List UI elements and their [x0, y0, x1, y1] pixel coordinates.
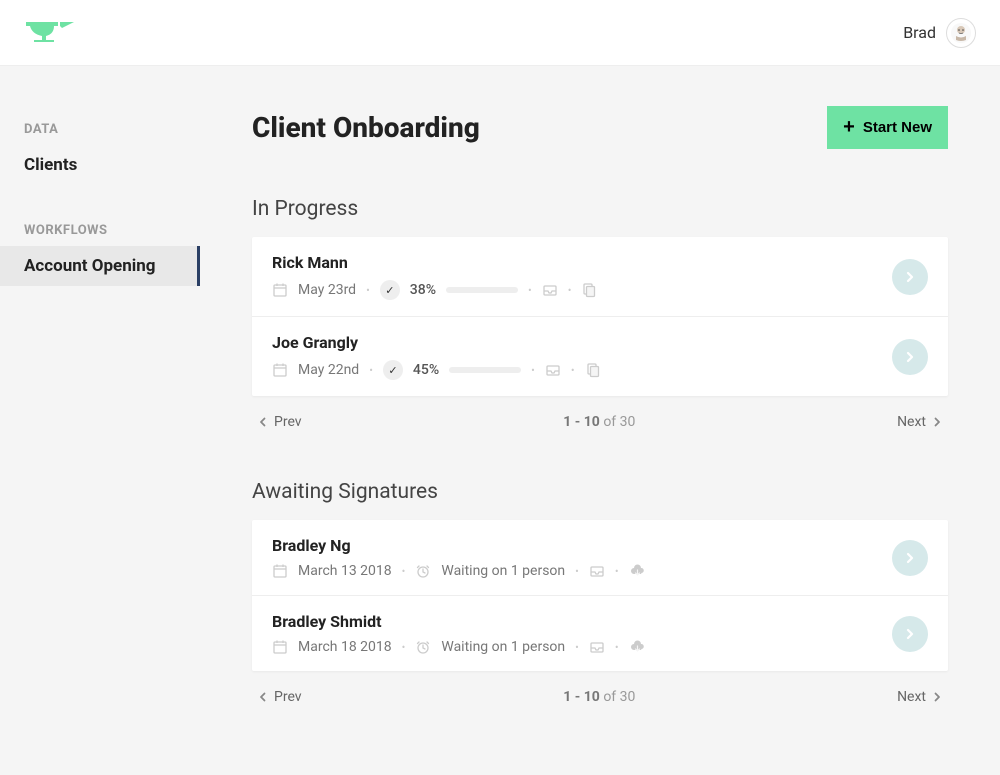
calendar-icon	[272, 563, 288, 579]
sidebar-group-data: DATA Clients	[0, 114, 200, 185]
separator: •	[568, 284, 572, 297]
arrow-button[interactable]	[892, 540, 928, 576]
list-item[interactable]: Joe Grangly May 22nd • ✓ 45% • •	[252, 316, 948, 396]
row-meta: March 18 2018 • Waiting on 1 person • •	[272, 639, 928, 655]
pager-range-of: of 30	[603, 689, 635, 705]
pager-range-of: of 30	[603, 414, 635, 430]
clock-icon	[415, 639, 431, 655]
client-name: Bradley Ng	[272, 536, 928, 555]
next-button[interactable]: Next	[897, 689, 942, 705]
row-meta: May 22nd • ✓ 45% • •	[272, 360, 928, 380]
arrow-button[interactable]	[892, 616, 928, 652]
start-new-button[interactable]: + Start New	[827, 106, 948, 149]
calendar-icon	[272, 362, 288, 378]
progress-bar	[446, 287, 518, 293]
user-name-label: Brad	[903, 23, 936, 42]
row-meta: May 23rd • ✓ 38% • •	[272, 280, 928, 300]
prev-button[interactable]: Prev	[258, 414, 302, 430]
chevron-left-icon	[258, 417, 268, 427]
section-awaiting: Awaiting Signatures Bradley Ng March 13 …	[252, 480, 948, 723]
plus-icon: +	[843, 116, 855, 139]
sidebar-heading-workflows: WORKFLOWS	[0, 215, 200, 246]
awaiting-card: Bradley Ng March 13 2018 • Waiting on 1 …	[252, 520, 948, 671]
separator: •	[402, 565, 406, 578]
separator: •	[615, 641, 619, 654]
next-button[interactable]: Next	[897, 414, 942, 430]
separator: •	[402, 641, 406, 654]
pager-range-bold: 1 - 10	[563, 689, 600, 705]
client-name: Bradley Shmidt	[272, 612, 928, 631]
pager-range: 1 - 10 of 30	[563, 689, 635, 705]
list-item[interactable]: Bradley Shmidt March 18 2018 • Waiting o…	[252, 595, 948, 671]
separator: •	[531, 364, 535, 377]
logo[interactable]	[24, 16, 79, 50]
separator: •	[575, 565, 579, 578]
next-label: Next	[897, 414, 926, 430]
status-label: Waiting on 1 person	[441, 563, 565, 579]
chevron-right-icon	[932, 692, 942, 702]
separator: •	[575, 641, 579, 654]
date-label: May 22nd	[298, 362, 359, 378]
section-title-in-progress: In Progress	[252, 197, 948, 221]
list-item[interactable]: Rick Mann May 23rd • ✓ 38% • •	[252, 237, 948, 316]
avatar	[946, 18, 976, 48]
header: Brad	[0, 0, 1000, 66]
inbox-icon	[542, 282, 558, 298]
copy-icon	[585, 362, 601, 378]
prev-label: Prev	[274, 689, 302, 705]
prev-button[interactable]: Prev	[258, 689, 302, 705]
client-name: Rick Mann	[272, 253, 928, 272]
row-meta: March 13 2018 • Waiting on 1 person • •	[272, 563, 928, 579]
page-head: Client Onboarding + Start New	[252, 106, 948, 149]
date-label: May 23rd	[298, 282, 356, 298]
date-label: March 13 2018	[298, 563, 392, 579]
sidebar: DATA Clients WORKFLOWS Account Opening	[0, 66, 200, 316]
in-progress-card: Rick Mann May 23rd • ✓ 38% • •	[252, 237, 948, 396]
percent-label: 45%	[413, 362, 439, 378]
pager-range-bold: 1 - 10	[563, 414, 600, 430]
inbox-icon	[545, 362, 561, 378]
date-label: March 18 2018	[298, 639, 392, 655]
check-icon: ✓	[383, 360, 403, 380]
separator: •	[369, 364, 373, 377]
prev-label: Prev	[274, 414, 302, 430]
sidebar-group-workflows: WORKFLOWS Account Opening	[0, 215, 200, 286]
sidebar-item-account-opening[interactable]: Account Opening	[0, 246, 200, 286]
chevron-right-icon	[932, 417, 942, 427]
pager-in-progress: Prev 1 - 10 of 30 Next	[252, 396, 948, 448]
pager-range: 1 - 10 of 30	[563, 414, 635, 430]
arrow-button[interactable]	[892, 339, 928, 375]
separator: •	[528, 284, 532, 297]
client-name: Joe Grangly	[272, 333, 928, 352]
inbox-icon	[589, 639, 605, 655]
section-in-progress: In Progress Rick Mann May 23rd • ✓ 38% •	[252, 197, 948, 448]
calendar-icon	[272, 639, 288, 655]
clock-icon	[415, 563, 431, 579]
separator: •	[571, 364, 575, 377]
sidebar-heading-data: DATA	[0, 114, 200, 145]
calendar-icon	[272, 282, 288, 298]
chevron-left-icon	[258, 692, 268, 702]
main: Client Onboarding + Start New In Progres…	[200, 66, 1000, 775]
section-title-awaiting: Awaiting Signatures	[252, 480, 948, 504]
separator: •	[615, 565, 619, 578]
status-label: Waiting on 1 person	[441, 639, 565, 655]
separator: •	[366, 284, 370, 297]
progress-bar	[449, 367, 521, 373]
start-new-label: Start New	[863, 119, 932, 136]
copy-icon	[581, 282, 597, 298]
sidebar-item-clients[interactable]: Clients	[0, 145, 200, 185]
arrow-button[interactable]	[892, 259, 928, 295]
check-icon: ✓	[380, 280, 400, 300]
page-title: Client Onboarding	[252, 111, 480, 144]
pager-awaiting: Prev 1 - 10 of 30 Next	[252, 671, 948, 723]
cloud-download-icon	[629, 563, 646, 579]
inbox-icon	[589, 563, 605, 579]
cloud-download-icon	[629, 639, 646, 655]
percent-label: 38%	[410, 282, 436, 298]
next-label: Next	[897, 689, 926, 705]
user-menu[interactable]: Brad	[903, 18, 976, 48]
list-item[interactable]: Bradley Ng March 13 2018 • Waiting on 1 …	[252, 520, 948, 595]
